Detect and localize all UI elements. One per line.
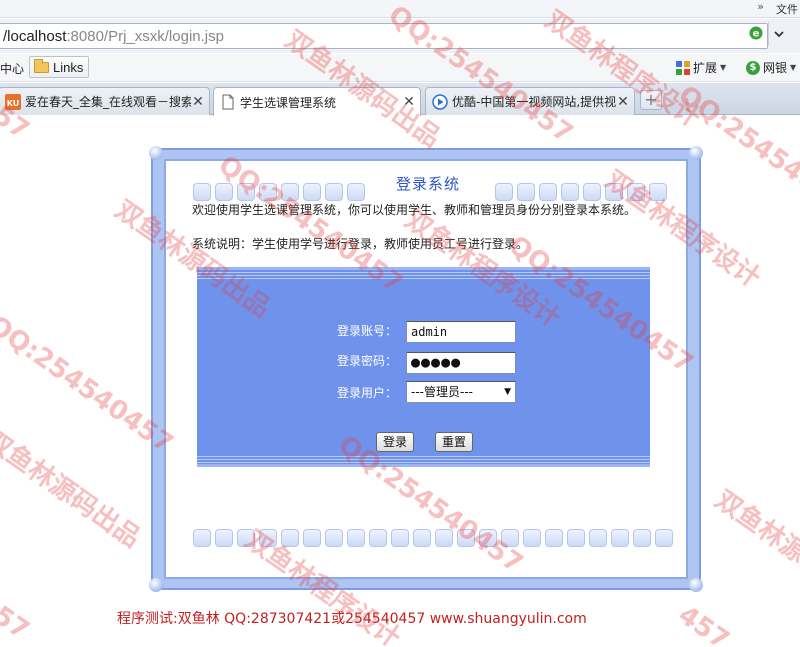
chevron-down-icon [773,31,784,38]
page-content: 登录系统 欢迎使用学生选课管理系统，你可以使用学生、教师和管理员身份分别登录本系… [0,116,800,647]
menu-file[interactable]: 文件 [776,1,798,17]
close-icon[interactable]: ✕ [191,94,205,110]
links-folder-button[interactable]: Links [29,56,90,78]
tab-soku[interactable]: KU 爱在春天_全集_在线观看－搜索 ✕ [0,87,210,115]
tab-xsxk[interactable]: 学生选课管理系统 ✕ [213,87,421,116]
menu-strip: » 文件 [0,0,800,18]
frame-corner [689,146,703,160]
decor-tiles-top-right [495,183,667,201]
close-icon[interactable]: ✕ [616,94,630,110]
close-icon[interactable]: ✕ [402,94,416,110]
fav-center-link[interactable]: 中心 [0,60,24,77]
frame-corner [149,146,163,160]
welcome-text: 欢迎使用学生选课管理系统，你可以使用学生、教师和管理员身份分别登录本系统。 [192,203,637,217]
extensions-grid-icon [676,60,690,75]
folder-icon [34,58,49,73]
footer-credits: 程序测试:双鱼林 QQ:287307421或254540457 www.shua… [117,611,587,627]
netbank-shield-icon: $ [746,60,760,75]
soku-icon: KU [5,93,21,110]
user-type-label: 登录用户： [337,386,398,400]
svg-text:e: e [753,29,760,40]
browser-window: » 文件 /localhost:8080/Prj_xsxk/login.jsp … [0,0,800,647]
tab-youku[interactable]: 优酷-中国第一视频网站,提供视 ✕ [425,87,635,115]
password-input[interactable]: ●●●●● [406,352,516,374]
password-label: 登录密码： [337,354,398,368]
tab-title: 优酷-中国第一视频网站,提供视 [452,95,616,109]
account-input[interactable]: admin [406,321,516,343]
chevron-down-icon: ▼ [504,387,511,397]
extensions-label: 扩展 [693,61,718,75]
address-dropdown-button[interactable] [768,22,788,46]
user-type-select[interactable]: ---管理员--- ▼ [406,381,516,403]
page-title: 登录系统 [396,175,461,193]
ie-compat-icon[interactable]: e [748,25,764,41]
netbank-button[interactable]: $ 网银 ▼ [746,59,796,76]
frame-corner [689,578,703,592]
url-text: /localhost:8080/Prj_xsxk/login.jsp [3,27,224,45]
extensions-button[interactable]: 扩展 ▼ [676,59,726,76]
caret-down-icon: ▼ [790,63,797,72]
favorites-bar: 中心 Links 扩展 ▼ $ 网银 ▼ [0,54,800,82]
reset-button[interactable]: 重置 [435,432,474,452]
login-form-panel: 登录账号： admin 登录密码： ●●●●● 登录用户： ---管理员--- … [197,267,650,467]
links-label: Links [53,59,84,75]
login-frame: 登录系统 欢迎使用学生选课管理系统，你可以使用学生、教师和管理员身份分别登录本系… [149,146,703,592]
url-input[interactable]: /localhost:8080/Prj_xsxk/login.jsp [0,23,768,49]
system-description: 系统说明：学生使用学号进行登录，教师使用员工号进行登录。 [192,237,529,251]
tab-bar: KU 爱在春天_全集_在线观看－搜索 ✕ 学生选课管理系统 ✕ 优酷-中国第一视… [0,83,800,116]
youku-play-icon [432,93,448,110]
netbank-label: 网银 [763,61,788,75]
frame-corner [149,578,163,592]
login-button[interactable]: 登录 [376,432,415,452]
user-type-value: ---管理员--- [411,385,473,399]
tab-title: 学生选课管理系统 [240,95,337,110]
svg-text:KU: KU [7,99,20,108]
new-tab-button[interactable]: + [640,90,662,110]
decor-tiles-top-left [193,183,365,201]
page-icon [222,94,234,110]
login-frame-inner: 登录系统 欢迎使用学生选课管理系统，你可以使用学生、教师和管理员身份分别登录本系… [164,159,688,579]
account-label: 登录账号： [337,324,398,338]
decor-tiles-bottom [193,529,673,547]
tab-title: 爱在春天_全集_在线观看－搜索 [25,95,191,109]
address-bar: /localhost:8080/Prj_xsxk/login.jsp e [0,19,800,53]
menu-overflow-chevron[interactable]: » [757,0,764,13]
caret-down-icon: ▼ [720,63,727,72]
